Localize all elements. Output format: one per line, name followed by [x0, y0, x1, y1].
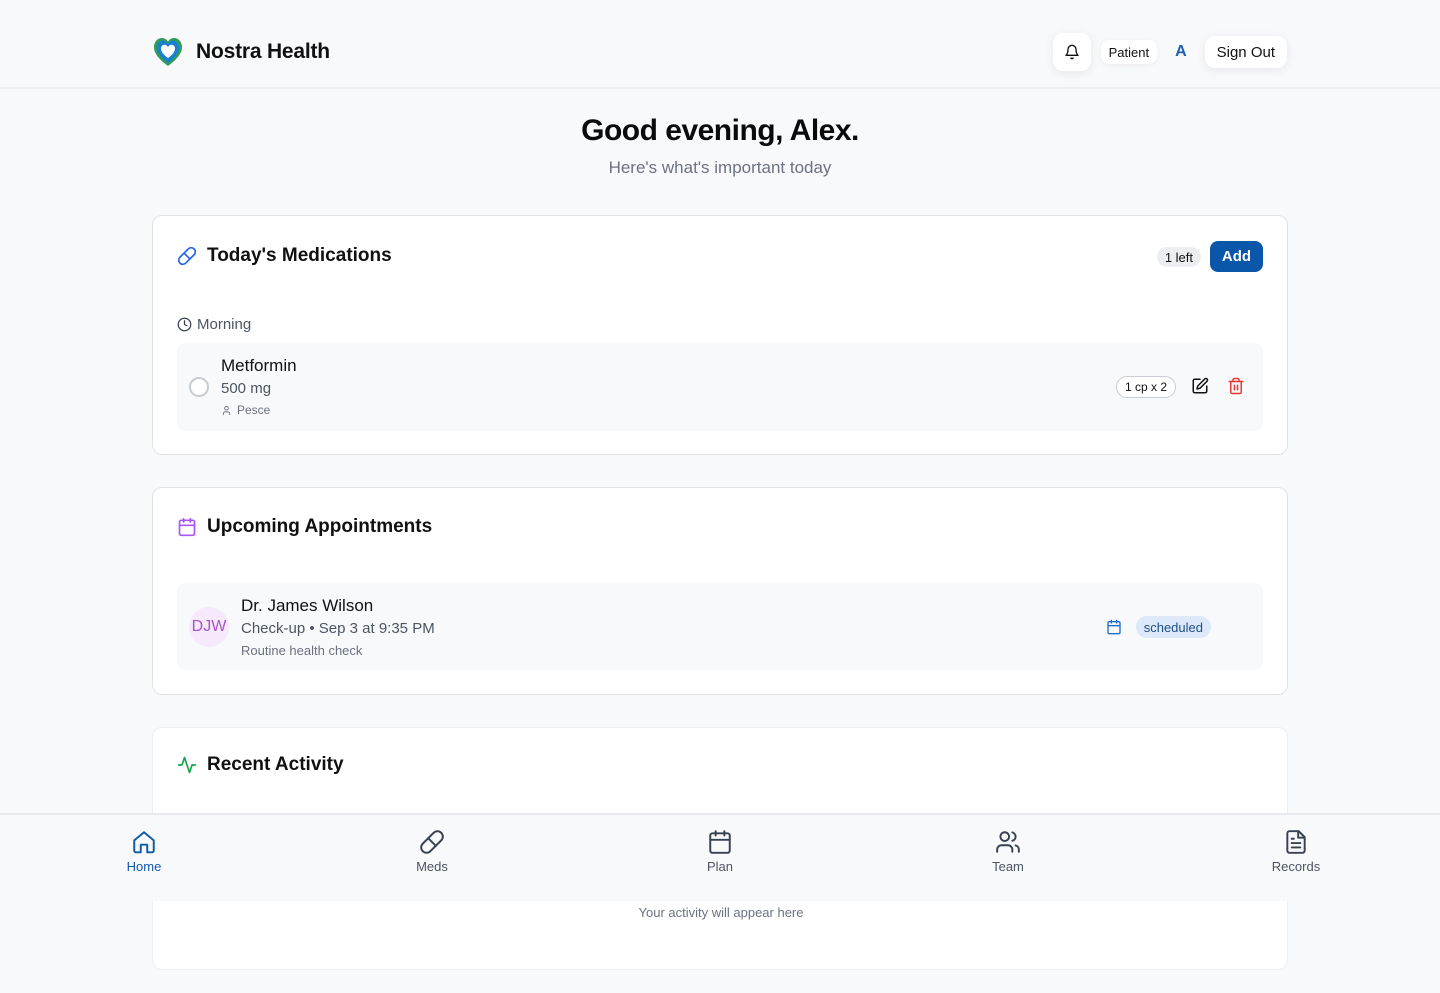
nav-label: Records: [1271, 859, 1321, 874]
doctor-name: Dr. James Wilson: [241, 596, 374, 615]
document-icon: [1286, 830, 1306, 854]
trash-icon[interactable]: [1227, 377, 1245, 395]
activity-icon: [177, 756, 197, 774]
user-avatar[interactable]: A: [1175, 43, 1187, 61]
greeting-title: Good evening, Alex.: [581, 114, 859, 147]
greeting: Good evening, Alex. Here's what's import…: [0, 112, 1440, 178]
user-icon: [222, 405, 231, 415]
role-badge: Patient: [1100, 40, 1158, 64]
add-medication-button[interactable]: Add: [1210, 241, 1263, 272]
nav-label: Plan: [706, 859, 734, 874]
clock-icon: [177, 317, 192, 332]
medications-card: Today's Medications 1 left Add Morning M…: [152, 215, 1288, 455]
nav-plan[interactable]: Plan: [670, 829, 770, 874]
calendar-icon: [178, 517, 196, 537]
appointment-row[interactable]: DJW Dr. James Wilson Check-up • Sep 3 at…: [177, 583, 1263, 670]
medications-header: Today's Medications: [177, 245, 392, 267]
appointment-details: Check-up • Sep 3 at 9:35 PM: [241, 620, 435, 637]
pill-icon: [177, 246, 197, 266]
schedule-chip: 1 cp x 2: [1115, 376, 1176, 398]
home-icon: [133, 831, 155, 854]
heart-logo-icon: [154, 38, 182, 66]
medication-name: Metformin: [221, 356, 297, 375]
added-by-name: Pesce: [237, 403, 271, 417]
section-label-text: Morning: [197, 316, 252, 333]
medication-row: Metformin 500 mg Pesce 1 cp x 2: [177, 343, 1263, 431]
nav-records[interactable]: Records: [1246, 829, 1346, 874]
status-badge: scheduled: [1135, 616, 1211, 638]
nav-label: Team: [992, 859, 1024, 874]
bell-icon: [1064, 44, 1079, 60]
app-name: Nostra Health: [196, 40, 330, 63]
nav-team[interactable]: Team: [958, 829, 1058, 874]
header-actions: Patient A Sign Out: [1052, 33, 1287, 71]
nav-meds[interactable]: Meds: [382, 829, 482, 874]
bottom-nav: Home Meds Plan Team Records: [0, 813, 1440, 901]
activity-header: Recent Activity: [177, 754, 344, 776]
activity-title: Recent Activity: [207, 754, 344, 775]
doctor-avatar: DJW: [189, 607, 229, 647]
greeting-subtitle: Here's what's important today: [608, 158, 832, 177]
medication-added-by: Pesce: [221, 403, 270, 417]
nav-home[interactable]: Home: [94, 829, 194, 874]
sign-out-button[interactable]: Sign Out: [1204, 36, 1287, 68]
time-section-label: Morning: [177, 316, 251, 333]
appointments-card: Upcoming Appointments DJW Dr. James Wils…: [152, 487, 1288, 695]
medications-title: Today's Medications: [207, 245, 392, 266]
pill-icon: [420, 830, 444, 854]
medication-dose: 500 mg: [221, 380, 272, 397]
nav-label: Home: [126, 859, 162, 874]
notifications-button[interactable]: [1052, 33, 1091, 71]
brand[interactable]: Nostra Health: [153, 36, 330, 68]
calendar-add-icon[interactable]: [1106, 619, 1122, 635]
remaining-badge: 1 left: [1156, 247, 1201, 267]
edit-icon[interactable]: [1191, 377, 1209, 395]
appointment-note: Routine health check: [241, 643, 363, 658]
appointments-title: Upcoming Appointments: [207, 516, 433, 537]
medication-taken-checkbox[interactable]: [189, 377, 209, 397]
app-header: Nostra Health Patient A Sign Out: [0, 0, 1440, 89]
users-icon: [996, 831, 1020, 853]
activity-empty-hint: Your activity will appear here: [638, 905, 804, 920]
nav-label: Meds: [416, 859, 448, 874]
calendar-icon: [709, 830, 731, 854]
appointments-header: Upcoming Appointments: [177, 516, 432, 538]
